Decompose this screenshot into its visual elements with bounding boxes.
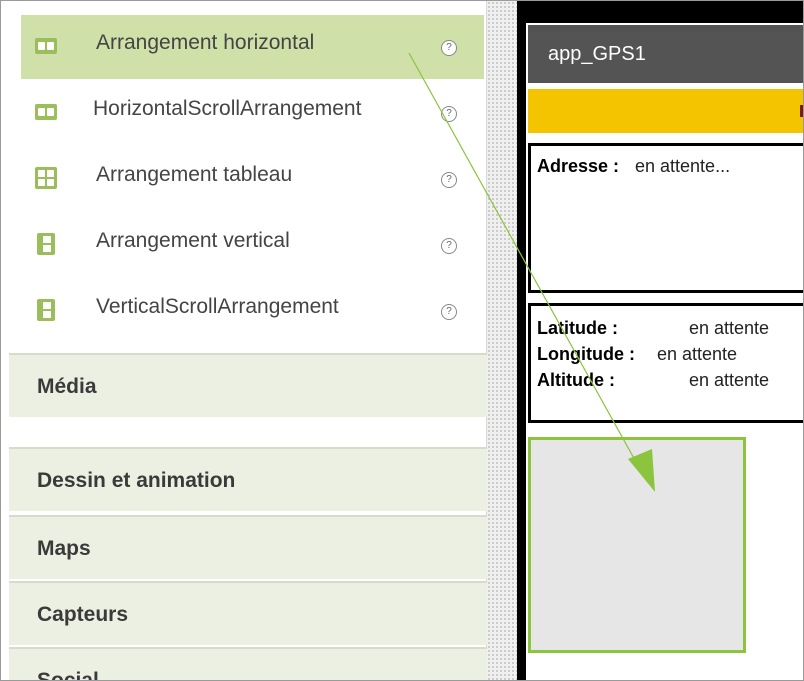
help-icon[interactable]: ?: [441, 106, 457, 122]
category-label: Dessin et animation: [37, 469, 236, 492]
address-value: en attente...: [635, 156, 731, 176]
altitude-value: en attente: [689, 370, 770, 390]
panel-divider: [487, 1, 517, 680]
table-arrangement-icon: [35, 167, 57, 189]
app-inventor-designer: Arrangement horizontal ? HorizontalScrol…: [0, 0, 804, 681]
category-label: Média: [37, 375, 97, 398]
horizontal-arrangement-icon: [35, 38, 57, 54]
banner-text-fragment: [800, 105, 803, 117]
palette-panel: Arrangement horizontal ? HorizontalScrol…: [9, 1, 487, 680]
category-social[interactable]: Social: [9, 647, 487, 681]
help-icon[interactable]: ?: [441, 40, 457, 56]
palette-item-label: Arrangement horizontal: [96, 31, 315, 54]
palette-item-label: VerticalScrollArrangement: [96, 295, 339, 318]
palette-item-label: Arrangement vertical: [96, 229, 290, 252]
palette-item-horizontal-scroll-arrangement[interactable]: HorizontalScrollArrangement ?: [21, 81, 484, 145]
coordinates-arrangement[interactable]: Latitude : en attente Longitude : en att…: [528, 303, 803, 423]
new-horizontal-arrangement[interactable]: [528, 437, 746, 653]
altitude-label: Altitude :: [537, 370, 615, 390]
latitude-label: Latitude :: [537, 318, 618, 338]
palette-item-label: Arrangement tableau: [96, 163, 293, 186]
screen-title-bar: app_GPS1: [528, 25, 803, 83]
category-media[interactable]: Média: [9, 353, 487, 417]
screen-title: app_GPS1: [548, 43, 646, 65]
category-maps[interactable]: Maps: [9, 515, 487, 579]
help-icon[interactable]: ?: [441, 304, 457, 320]
category-label: Social: [37, 669, 99, 681]
horizontal-scroll-arrangement-icon: [35, 104, 57, 120]
palette-item-label: HorizontalScrollArrangement: [93, 97, 362, 120]
category-drawing-animation[interactable]: Dessin et animation: [9, 447, 487, 511]
address-label: Adresse :: [537, 156, 620, 176]
latitude-value: en attente: [689, 318, 770, 338]
banner-label[interactable]: [528, 89, 803, 133]
viewer-preview: app_GPS1 Adresse : en attente... Latitud…: [517, 1, 803, 680]
help-icon[interactable]: ?: [441, 238, 457, 254]
longitude-value: en attente: [657, 344, 738, 364]
category-label: Capteurs: [37, 603, 129, 626]
category-label: Maps: [37, 537, 91, 560]
help-icon[interactable]: ?: [441, 172, 457, 188]
longitude-label: Longitude :: [537, 344, 635, 364]
vertical-scroll-arrangement-icon: [37, 299, 55, 321]
vertical-arrangement-icon: [37, 233, 55, 255]
category-sensors[interactable]: Capteurs: [9, 581, 487, 645]
palette-item-horizontal-arrangement[interactable]: Arrangement horizontal ?: [21, 15, 484, 79]
status-bar: [526, 1, 803, 23]
palette-item-table-arrangement[interactable]: Arrangement tableau ?: [21, 147, 484, 211]
address-arrangement[interactable]: Adresse : en attente...: [528, 143, 803, 293]
palette-item-vertical-arrangement[interactable]: Arrangement vertical ?: [21, 213, 484, 277]
palette-item-vertical-scroll-arrangement[interactable]: VerticalScrollArrangement ?: [21, 279, 484, 343]
